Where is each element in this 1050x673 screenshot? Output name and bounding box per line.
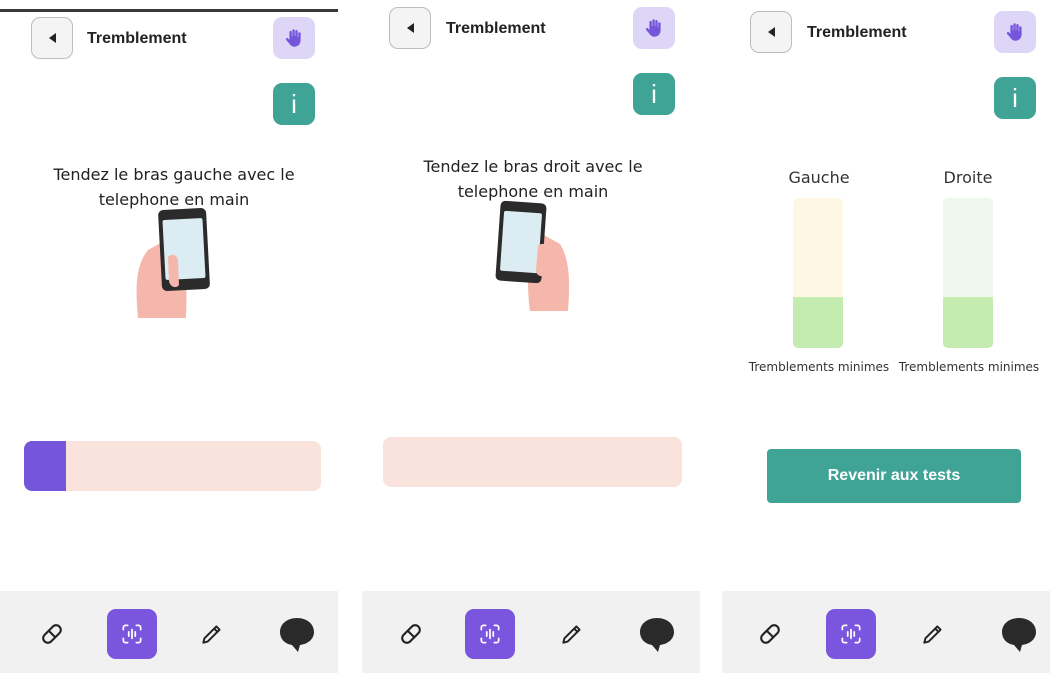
right-tremor-gauge bbox=[943, 198, 993, 348]
nav-chat[interactable] bbox=[994, 609, 1044, 659]
back-arrow-icon bbox=[767, 27, 775, 37]
page-title: Tremblement bbox=[87, 30, 187, 47]
hand-icon bbox=[285, 29, 301, 47]
instruction-text: Tendez le bras droit avec le telephone e… bbox=[423, 157, 643, 201]
status-divider bbox=[0, 9, 338, 12]
back-button[interactable] bbox=[750, 11, 792, 53]
hand-icon bbox=[645, 19, 661, 37]
nav-medication[interactable] bbox=[386, 609, 436, 659]
page-title: Tremblement bbox=[807, 24, 907, 41]
back-arrow-icon bbox=[406, 23, 414, 33]
screen-right-arm-test: Tremblement i Tendez le bras droit avec … bbox=[362, 0, 700, 673]
nav-chat[interactable] bbox=[272, 609, 322, 659]
info-button[interactable]: i bbox=[633, 73, 675, 115]
tremor-scan-icon bbox=[480, 624, 500, 644]
info-icon: i bbox=[1012, 83, 1018, 113]
right-arm-label: Droite bbox=[943, 168, 993, 187]
measurement-progress-bar bbox=[383, 437, 682, 487]
left-tremor-gauge bbox=[793, 198, 843, 348]
pill-icon bbox=[760, 624, 780, 644]
hand-icon bbox=[1006, 23, 1022, 41]
chat-bubble-icon bbox=[1002, 618, 1036, 652]
back-to-tests-button[interactable]: Revenir aux tests bbox=[767, 449, 1021, 503]
pencil-icon bbox=[923, 625, 942, 644]
info-icon: i bbox=[651, 79, 657, 109]
right-tremor-gauge-fill bbox=[943, 297, 993, 348]
nav-notes[interactable] bbox=[547, 609, 597, 659]
pill-icon bbox=[42, 624, 62, 644]
stop-button[interactable] bbox=[273, 17, 315, 59]
bottom-nav bbox=[0, 591, 338, 673]
tremor-scan-icon bbox=[122, 624, 142, 644]
pencil-icon bbox=[562, 625, 581, 644]
info-button[interactable]: i bbox=[994, 77, 1036, 119]
left-tremor-status: Tremblements minimes bbox=[748, 360, 890, 374]
back-button[interactable] bbox=[389, 7, 431, 49]
back-button[interactable] bbox=[31, 17, 73, 59]
info-button[interactable]: i bbox=[273, 83, 315, 125]
stop-button[interactable] bbox=[994, 11, 1036, 53]
screen-left-arm-test: Tremblement i Tendez le bras gauche avec… bbox=[0, 0, 338, 673]
tremor-scan-icon bbox=[841, 624, 861, 644]
chat-bubble-icon bbox=[640, 618, 674, 652]
nav-tremor-tests[interactable] bbox=[826, 609, 876, 659]
page-title: Tremblement bbox=[446, 20, 546, 37]
nav-tremor-tests[interactable] bbox=[465, 609, 515, 659]
screen-tremor-results: Tremblement i Gauche Droite Tremblements… bbox=[722, 0, 1050, 673]
nav-chat[interactable] bbox=[632, 609, 682, 659]
pencil-icon bbox=[202, 625, 221, 644]
nav-medication[interactable] bbox=[27, 609, 77, 659]
stop-button[interactable] bbox=[633, 7, 675, 49]
nav-notes[interactable] bbox=[908, 609, 958, 659]
left-tremor-gauge-fill bbox=[793, 297, 843, 348]
bottom-nav bbox=[362, 591, 700, 673]
nav-tremor-tests[interactable] bbox=[107, 609, 157, 659]
right-tremor-status: Tremblements minimes bbox=[898, 360, 1040, 374]
hand-holding-phone-illustration bbox=[495, 200, 570, 311]
back-arrow-icon bbox=[48, 33, 56, 43]
info-icon: i bbox=[291, 89, 297, 119]
measurement-progress-bar bbox=[24, 441, 321, 491]
nav-medication[interactable] bbox=[745, 609, 795, 659]
nav-notes[interactable] bbox=[187, 609, 237, 659]
chat-bubble-icon bbox=[280, 618, 314, 652]
progress-fill bbox=[24, 441, 66, 491]
hand-holding-phone-illustration bbox=[136, 208, 210, 318]
bottom-nav bbox=[722, 591, 1050, 673]
left-arm-label: Gauche bbox=[788, 168, 850, 187]
pill-icon bbox=[401, 624, 421, 644]
